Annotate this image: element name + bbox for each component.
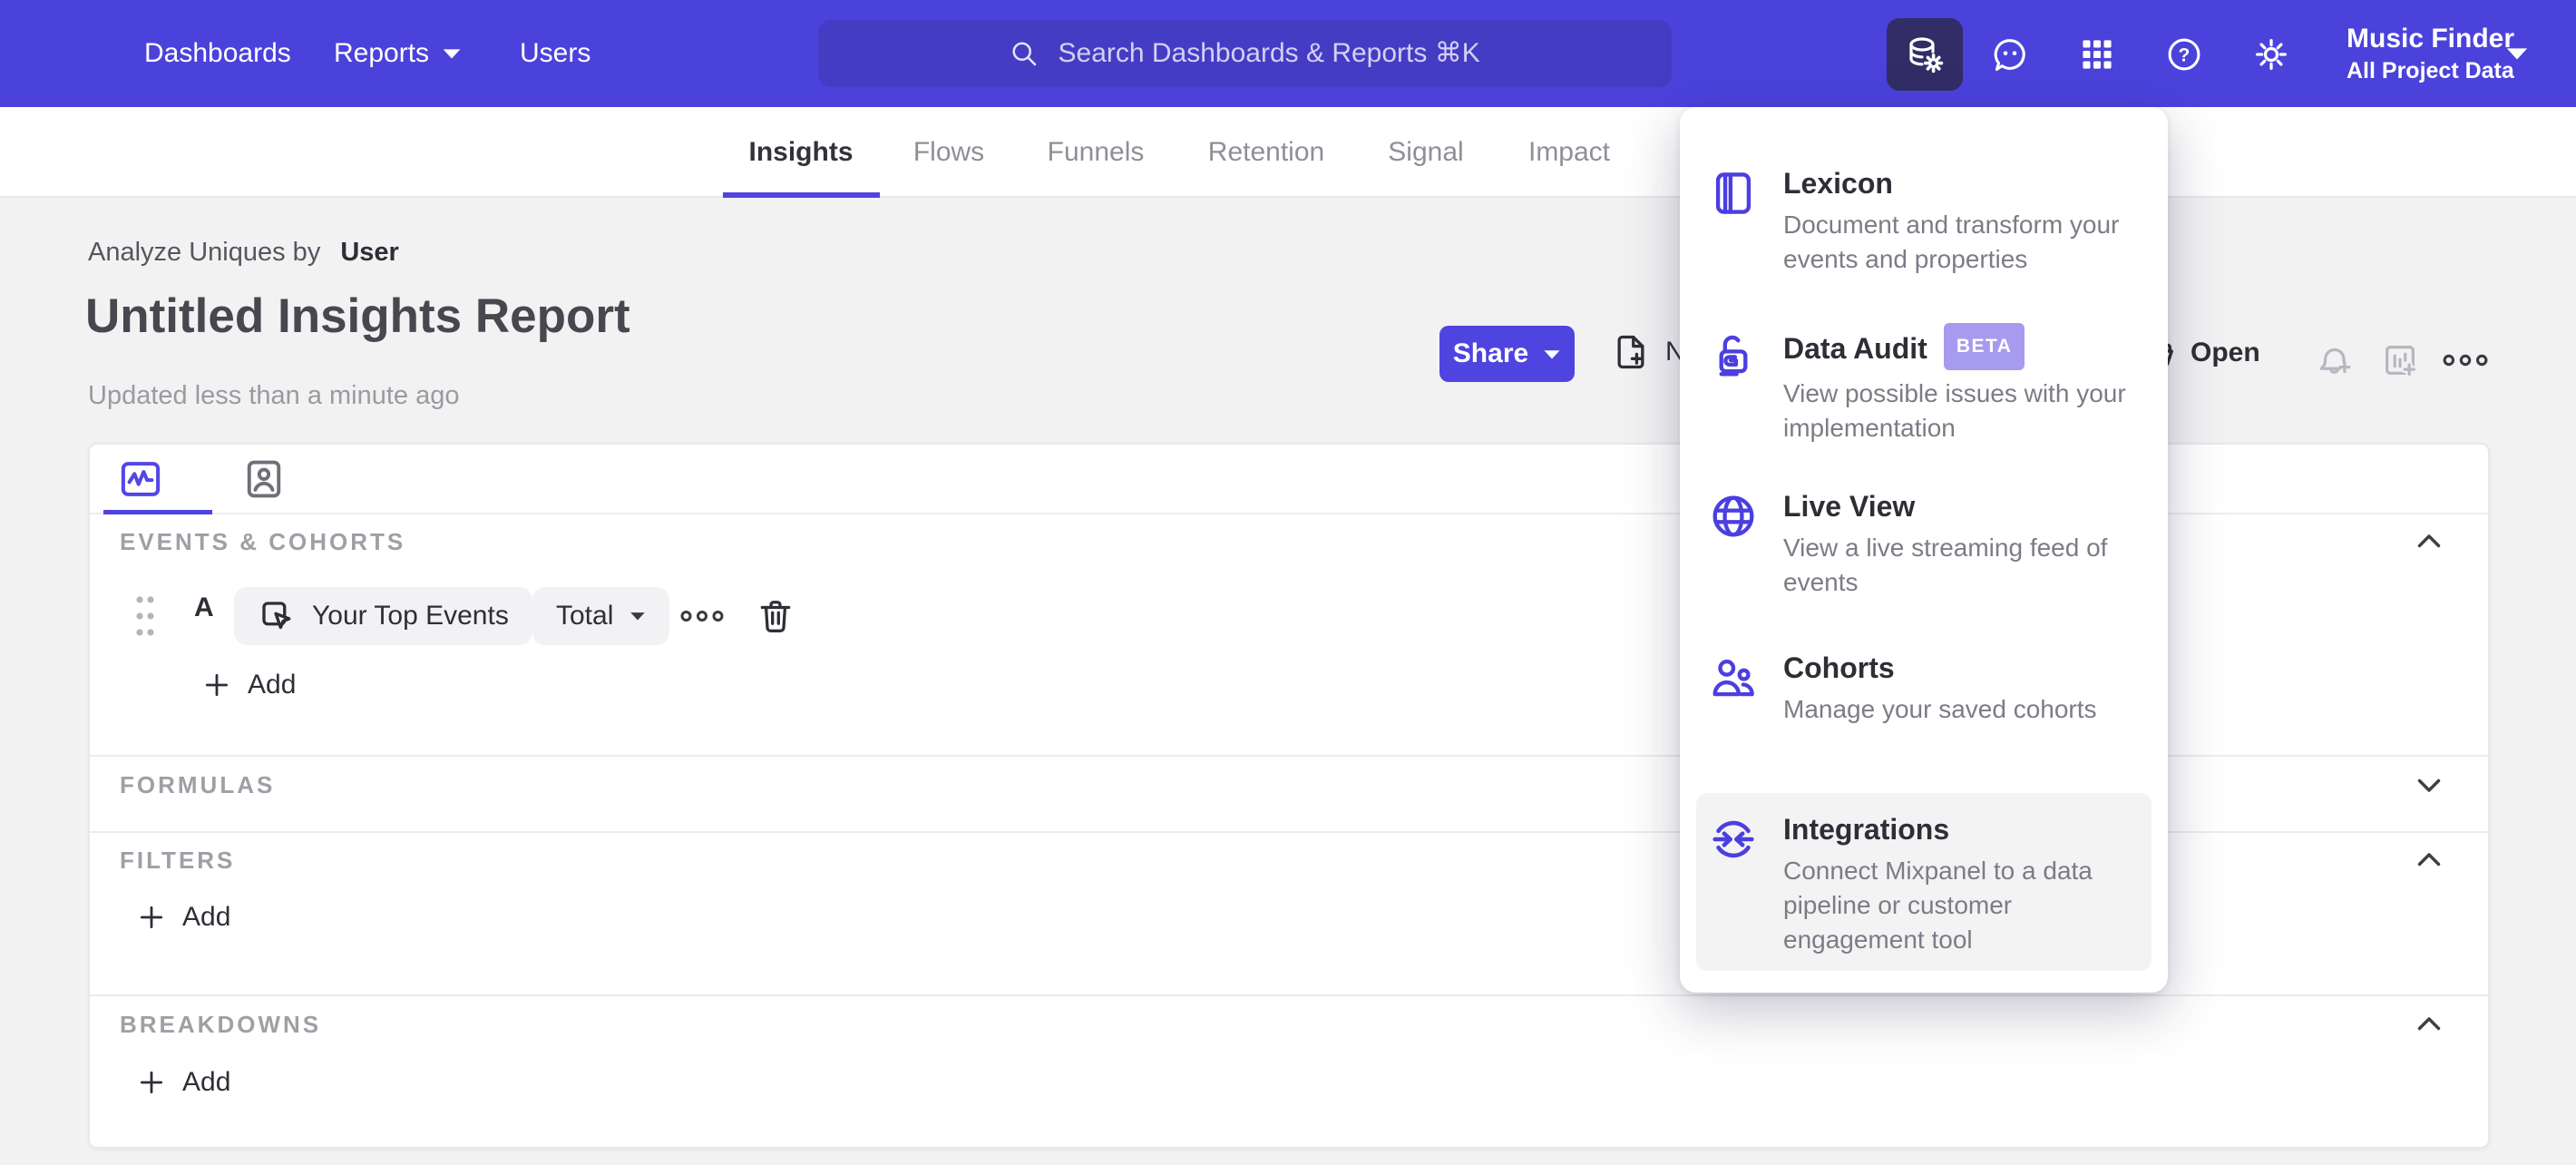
active-view-indicator: [103, 510, 212, 514]
menu-item-integrations[interactable]: Integrations Connect Mixpanel to a data …: [1707, 809, 2141, 957]
top-nav: Dashboards Reports Users Search Dashboar…: [0, 0, 2576, 107]
section-label-breakdowns: BREAKDOWNS: [120, 1011, 322, 1038]
lexicon-book-icon: [1707, 167, 1760, 220]
menu-item-description: View a live streaming feed of events: [1783, 534, 2108, 596]
menu-item-description: Connect Mixpanel to a data pipeline or c…: [1783, 857, 2093, 954]
menu-item-title: Integrations: [1783, 813, 1950, 846]
nav-dashboards[interactable]: Dashboards: [144, 0, 291, 107]
tab-signal[interactable]: Signal: [1388, 137, 1463, 168]
chevron-up-icon: [2417, 853, 2441, 866]
global-search[interactable]: [818, 20, 1672, 87]
menu-item-title: Data Audit: [1783, 332, 1927, 365]
event-row-letter: A: [194, 592, 214, 622]
cohorts-people-icon: [1707, 651, 1760, 704]
collapse-breakdowns-button[interactable]: [2412, 1007, 2446, 1042]
menu-item-description: Document and transform your events and p…: [1783, 210, 2120, 273]
tab-impact[interactable]: Impact: [1528, 137, 1610, 168]
plus-icon: [205, 673, 229, 697]
report-title[interactable]: Untitled Insights Report: [85, 289, 630, 344]
add-filter-button[interactable]: Add: [137, 902, 230, 933]
project-selector[interactable]: Music Finder All Project Data: [2347, 0, 2514, 107]
section-label-filters: FILTERS: [120, 847, 236, 874]
search-icon: [1011, 42, 1036, 66]
share-button[interactable]: Share: [1439, 326, 1575, 382]
apps-grid-button[interactable]: [2059, 18, 2135, 91]
menu-item-title: Live View: [1783, 490, 1916, 523]
alert-bell-plus-icon[interactable]: [2314, 339, 2356, 381]
chat-bubble-icon: [1994, 39, 2025, 72]
event-name: Your Top Events: [312, 601, 509, 631]
svg-text:?: ?: [2179, 45, 2191, 66]
data-management-button[interactable]: [1887, 18, 1963, 91]
settings-button[interactable]: [2233, 18, 2309, 91]
database-gear-icon: [1909, 37, 1944, 73]
view-tab-profiles[interactable]: [239, 454, 289, 504]
chevron-down-icon: [630, 612, 646, 621]
event-row-options-icon[interactable]: [679, 604, 725, 628]
help-icon: ?: [2168, 38, 2200, 71]
active-tab-indicator: [723, 192, 880, 198]
nav-users[interactable]: Users: [520, 0, 590, 107]
analyze-control: Analyze Uniques by User: [88, 238, 399, 268]
chevron-down-icon: [1544, 349, 1560, 358]
metric-selector[interactable]: Total: [532, 587, 670, 645]
section-label-formulas: FORMULAS: [120, 771, 276, 798]
event-selector[interactable]: Your Top Events: [234, 587, 532, 645]
menu-item-description: Manage your saved cohorts: [1783, 695, 2097, 723]
tab-retention[interactable]: Retention: [1208, 137, 1324, 168]
data-management-menu: Lexicon Document and transform your even…: [1680, 107, 2168, 993]
add-to-board-icon[interactable]: [2379, 339, 2421, 381]
menu-item-cohorts[interactable]: Cohorts Manage your saved cohorts: [1707, 648, 2141, 727]
tab-funnels[interactable]: Funnels: [1048, 137, 1145, 168]
plus-icon: [140, 906, 163, 929]
gear-icon: [2256, 39, 2287, 70]
analyze-label: Analyze Uniques by: [88, 238, 321, 267]
tab-insights[interactable]: Insights: [748, 137, 853, 168]
nav-reports[interactable]: Reports: [334, 0, 462, 107]
collapse-filters-button[interactable]: [2412, 843, 2446, 877]
live-view-globe-icon: [1707, 490, 1760, 543]
menu-item-live-view[interactable]: Live View View a live streaming feed of …: [1707, 486, 2141, 600]
collapse-events-button[interactable]: [2412, 524, 2446, 559]
updated-status: Updated less than a minute ago: [88, 381, 460, 410]
more-actions-icon[interactable]: [2442, 348, 2489, 372]
report-tabbar: Insights Flows Funnels Retention Signal …: [0, 107, 2576, 198]
beta-badge: BETA: [1943, 323, 2025, 370]
feedback-button[interactable]: [1972, 18, 2048, 91]
analyze-value-dropdown[interactable]: User: [340, 238, 399, 268]
mixpanel-app: Dashboards Reports Users Search Dashboar…: [0, 0, 2576, 1165]
project-caret-icon[interactable]: [2505, 45, 2529, 62]
event-click-icon: [262, 602, 291, 630]
delete-event-icon[interactable]: [756, 595, 795, 637]
menu-item-data-audit[interactable]: Data Audit BETA View possible issues wit…: [1707, 323, 2141, 445]
insights-chart-icon: [121, 462, 161, 496]
section-label-events: EVENTS & COHORTS: [120, 528, 406, 555]
chevron-down-icon: [443, 49, 461, 59]
data-audit-lock-icon: [1707, 328, 1760, 381]
project-name: Music Finder: [2347, 24, 2515, 54]
chevron-up-icon: [2417, 1017, 2441, 1031]
view-tab-metrics[interactable]: [115, 454, 166, 504]
expand-formulas-button[interactable]: [2412, 768, 2446, 802]
chevron-up-icon: [2417, 534, 2441, 548]
chevron-down-icon: [2417, 778, 2441, 792]
search-input[interactable]: [1056, 37, 1483, 70]
menu-item-title: Cohorts: [1783, 651, 1895, 684]
help-button[interactable]: ?: [2146, 18, 2222, 91]
menu-item-description: View possible issues with your implement…: [1783, 379, 2126, 442]
file-plus-icon: [1617, 335, 1644, 369]
metric-name: Total: [556, 601, 614, 631]
project-scope: All Project Data: [2347, 58, 2514, 83]
add-event-button[interactable]: Add: [202, 670, 296, 700]
menu-item-title: Lexicon: [1783, 167, 1893, 200]
profile-card-icon: [247, 460, 281, 498]
menu-item-lexicon[interactable]: Lexicon Document and transform your even…: [1707, 163, 2141, 277]
tab-flows[interactable]: Flows: [913, 137, 984, 168]
drag-handle-icon[interactable]: [132, 592, 159, 640]
section-divider: [90, 994, 2488, 996]
integrations-sync-icon: [1707, 813, 1760, 866]
plus-icon: [140, 1071, 163, 1094]
add-breakdown-button[interactable]: Add: [137, 1067, 230, 1098]
apps-grid-icon: [2083, 40, 2112, 69]
